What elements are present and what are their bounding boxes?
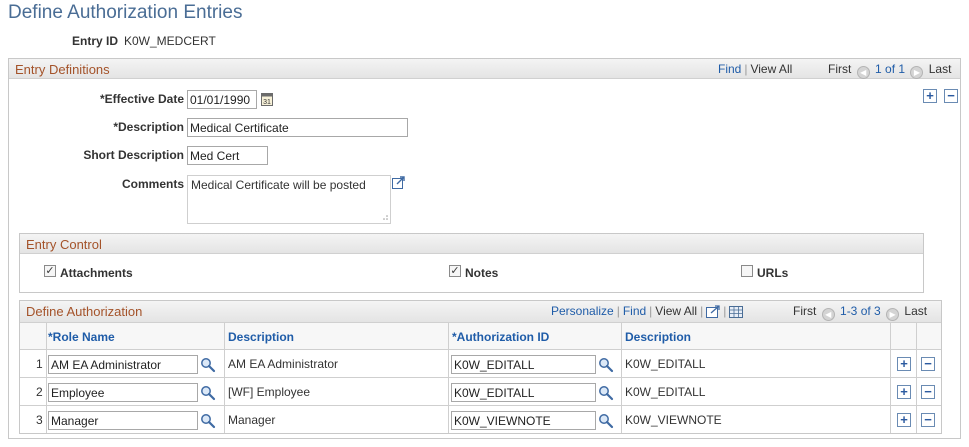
urls-checkbox[interactable] [741, 265, 753, 277]
grid-line [20, 349, 941, 350]
role-description: [WF] Employee [228, 385, 311, 399]
find-link[interactable]: Find [718, 62, 741, 76]
notes-checkbox[interactable]: ✓ [449, 265, 461, 277]
comments-label: Comments [121, 177, 184, 191]
pager-range: 1 of 1 [875, 62, 906, 76]
grid-line [448, 323, 449, 433]
magnifier-icon[interactable] [598, 413, 614, 429]
notes-label: Notes [465, 266, 499, 280]
grid-line [224, 323, 225, 433]
plus-icon[interactable]: + [897, 413, 911, 427]
effective-date-field[interactable]: 01/01/1990 [187, 90, 257, 109]
magnifier-icon[interactable] [200, 357, 216, 373]
add-row-button[interactable]: + [923, 89, 937, 103]
grid-find-link[interactable]: Find [623, 304, 646, 318]
role-name-field[interactable]: Manager [48, 411, 198, 430]
define-authorization-nav: Personalize | Find | View All | | [551, 304, 744, 318]
short-description-label: Short Description [83, 148, 184, 162]
magnifier-icon[interactable] [200, 385, 216, 401]
minus-icon[interactable]: − [921, 413, 935, 427]
delete-row-button[interactable]: − [944, 89, 958, 103]
last-link[interactable]: Last [929, 62, 952, 76]
grid-line [46, 323, 47, 433]
role-name-field[interactable]: AM EA Administrator [48, 355, 198, 374]
define-authorization-header: Define Authorization Personalize | Find | Vi… [20, 301, 941, 323]
prev-arrow-icon[interactable]: ◀ [856, 66, 870, 79]
calendar-icon[interactable]: 31 [261, 92, 273, 106]
entry-definitions-header: Entry Definitions Find | View All First ◀ … [9, 59, 960, 79]
grid-line [20, 377, 941, 378]
resize-handle-icon[interactable] [380, 213, 388, 221]
grid-view-all-link[interactable]: View All [655, 304, 697, 318]
authorization-id-field[interactable]: K0W_EDITALL [451, 383, 596, 402]
define-authorization-pager: First ◀ 1-3 of 3 ▶ Last [793, 304, 927, 321]
grid-line [916, 323, 917, 433]
entry-definitions-nav: Find | View All [718, 62, 793, 76]
prev-arrow-icon[interactable]: ◀ [821, 308, 835, 321]
column-header-role-name[interactable]: *Role Name [48, 330, 115, 344]
grid-last-link[interactable]: Last [904, 304, 927, 318]
entry-id-label: Entry ID [72, 34, 119, 48]
short-description-field[interactable]: Med Cert [187, 146, 268, 165]
column-header-auth-description[interactable]: Description [625, 330, 691, 344]
row-number: 3 [36, 413, 43, 427]
authorization-description: K0W_EDITALL [625, 385, 706, 399]
minus-icon[interactable]: − [921, 357, 935, 371]
effective-date-label: *Effective Date [99, 92, 184, 106]
magnifier-icon[interactable] [200, 413, 216, 429]
description-field[interactable]: Medical Certificate [187, 118, 408, 137]
grid-line [20, 405, 941, 406]
grid-first-link[interactable]: First [793, 304, 816, 318]
minus-icon[interactable]: − [921, 385, 935, 399]
expand-icon[interactable] [392, 176, 405, 189]
entry-definitions-pager: First ◀ 1 of 1 ▶ Last [828, 62, 951, 79]
define-authorization-title: Define Authorization [26, 304, 143, 319]
role-name-field[interactable]: Employee [48, 383, 198, 402]
plus-icon[interactable]: + [897, 385, 911, 399]
authorization-id-field[interactable]: K0W_EDITALL [451, 355, 596, 374]
grid-download-icon[interactable] [729, 306, 744, 318]
entry-control-section: Entry Control [19, 233, 924, 293]
comments-field[interactable]: Medical Certificate will be posted [187, 175, 391, 224]
authorization-description: K0W_EDITALL [625, 357, 706, 371]
entry-control-title: Entry Control [26, 237, 102, 252]
zoom-icon[interactable] [706, 305, 720, 318]
magnifier-icon[interactable] [598, 385, 614, 401]
column-header-authorization-id[interactable]: *Authorization ID [452, 330, 549, 344]
grid-pager-range: 1-3 of 3 [840, 304, 881, 318]
description-label: *Description [113, 120, 184, 134]
next-arrow-icon[interactable]: ▶ [910, 66, 924, 79]
role-description: Manager [228, 413, 276, 427]
grid-line [890, 323, 891, 433]
first-link[interactable]: First [828, 62, 851, 76]
view-all-link[interactable]: View All [750, 62, 792, 76]
authorization-description: K0W_VIEWNOTE [625, 413, 722, 427]
personalize-link[interactable]: Personalize [551, 304, 614, 318]
entry-control-header: Entry Control [20, 234, 923, 254]
attachments-label: Attachments [60, 266, 133, 280]
urls-label: URLs [757, 266, 789, 280]
row-number: 1 [36, 357, 43, 371]
authorization-id-field[interactable]: K0W_VIEWNOTE [451, 411, 596, 430]
svg-text:31: 31 [263, 99, 271, 106]
entry-definitions-title: Entry Definitions [15, 62, 110, 77]
next-arrow-icon[interactable]: ▶ [886, 308, 900, 321]
row-number: 2 [36, 385, 43, 399]
magnifier-icon[interactable] [598, 357, 614, 373]
entry-id-value: K0W_MEDCERT [124, 34, 216, 48]
page-title: Define Authorization Entries [8, 2, 243, 23]
attachments-checkbox[interactable]: ✓ [44, 265, 56, 277]
column-header-description[interactable]: Description [228, 330, 294, 344]
role-description: AM EA Administrator [228, 357, 339, 371]
grid-line [621, 323, 622, 433]
plus-icon[interactable]: + [897, 357, 911, 371]
